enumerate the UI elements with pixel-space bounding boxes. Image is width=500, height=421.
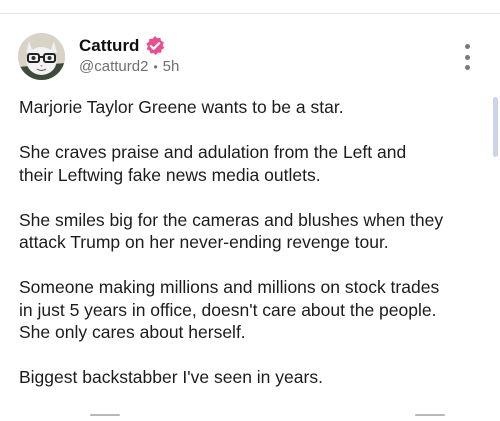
post-paragraph-1: Marjorie Taylor Greene wants to be a sta…: [19, 97, 344, 117]
more-options-button[interactable]: [457, 44, 477, 70]
action-icon-partial: [415, 414, 445, 416]
post-paragraph-3: She smiles big for the cameras and blush…: [19, 209, 444, 253]
action-icon-partial: [90, 414, 120, 416]
scrollbar-thumb[interactable]: [493, 97, 498, 157]
post-paragraph-5: Biggest backstabber I've seen in years.: [19, 367, 323, 387]
post-card: Catturd @catturd2 • 5h Marjorie Taylor G…: [0, 14, 500, 421]
post-paragraph-2: She craves praise and adulation from the…: [19, 142, 407, 185]
handle-row: @catturd2 • 5h: [79, 58, 179, 75]
author-name[interactable]: Catturd: [79, 36, 139, 56]
more-vertical-icon: [464, 44, 470, 49]
avatar[interactable]: [18, 33, 65, 80]
post-actions-row-partial: [0, 410, 500, 421]
author-row: Catturd: [79, 34, 166, 58]
cat-avatar-icon: [18, 33, 65, 80]
author-handle[interactable]: @catturd2: [79, 58, 148, 75]
post-paragraph-4: Someone making millions and millions on …: [19, 277, 440, 342]
post-time[interactable]: 5h: [163, 58, 180, 75]
post-text: Marjorie Taylor Greene wants to be a sta…: [19, 96, 489, 411]
verified-badge-icon: [144, 35, 166, 57]
dot-separator: •: [153, 59, 158, 74]
